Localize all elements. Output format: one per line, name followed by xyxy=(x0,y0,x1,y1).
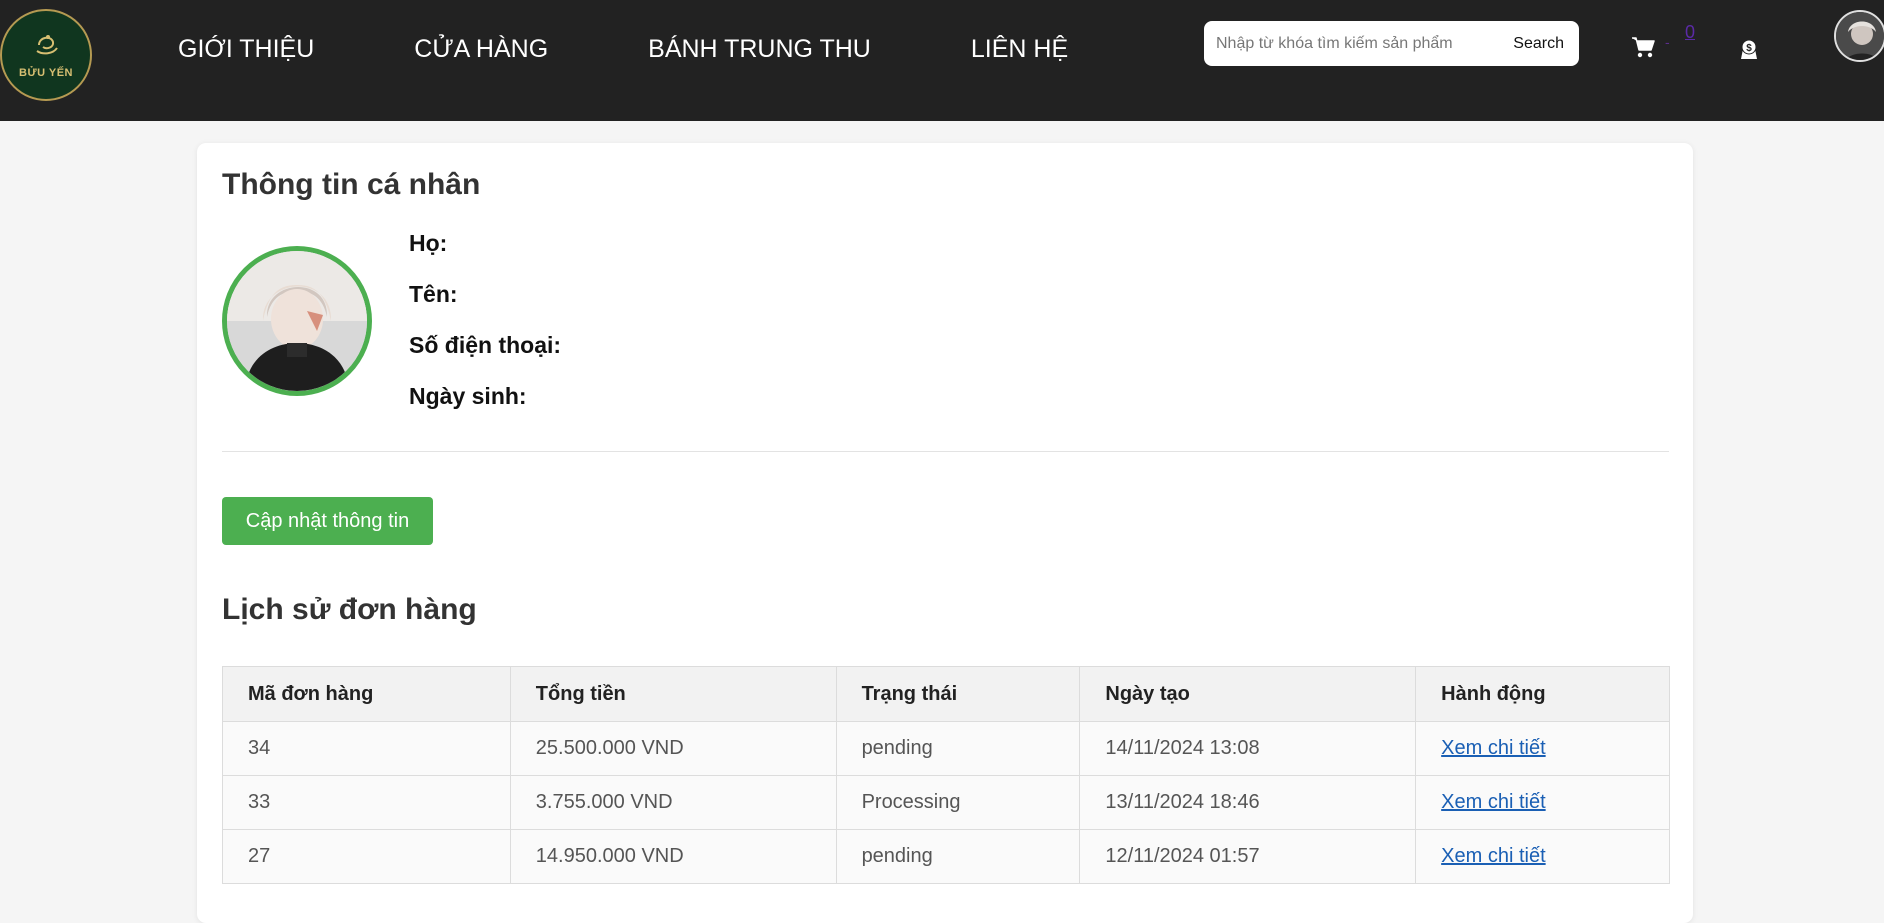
view-detail-link[interactable]: Xem chi tiết xyxy=(1441,791,1545,813)
orders-title: Lịch sử đơn hàng xyxy=(222,593,477,626)
profile-info: Họ: Tên: Số điện thoại: Ngày sinh: xyxy=(409,228,561,432)
order-status: pending xyxy=(835,721,1081,776)
order-total: 3.755.000 VND xyxy=(509,775,837,830)
profile-title: Thông tin cá nhân xyxy=(222,168,481,201)
nav-item-cua-hang[interactable]: CỬA HÀNG xyxy=(414,33,548,65)
field-last-name: Họ: xyxy=(409,228,561,258)
view-detail-link[interactable]: Xem chi tiết xyxy=(1441,845,1545,867)
section-divider xyxy=(222,451,1669,452)
field-label: Họ: xyxy=(409,230,448,256)
table-row: 33 3.755.000 VND Processing 13/11/2024 1… xyxy=(222,775,1670,830)
nav-item-banh-trung-thu[interactable]: BÁNH TRUNG THU xyxy=(648,33,871,65)
column-header-action: Hành động xyxy=(1415,666,1670,722)
order-created: 13/11/2024 18:46 xyxy=(1079,775,1417,830)
order-total: 14.950.000 VND xyxy=(509,829,837,884)
field-label: Ngày sinh: xyxy=(409,383,527,409)
order-id: 33 xyxy=(222,775,511,830)
cart-separator: - xyxy=(1665,34,1670,50)
svg-text:$: $ xyxy=(1746,43,1752,54)
main-nav: GIỚI THIỆU CỬA HÀNG BÁNH TRUNG THU LIÊN … xyxy=(178,33,1168,65)
brand-logo[interactable]: BỬU YẾN xyxy=(0,9,92,101)
order-status: pending xyxy=(835,829,1081,884)
view-detail-link[interactable]: Xem chi tiết xyxy=(1441,737,1545,759)
profile-card: Thông tin cá nhân Họ: Tên: Số điện thoại… xyxy=(197,143,1693,923)
table-row: 34 25.500.000 VND pending 14/11/2024 13:… xyxy=(222,721,1670,776)
table-row: 27 14.950.000 VND pending 12/11/2024 01:… xyxy=(222,829,1670,884)
field-label: Tên: xyxy=(409,281,458,307)
order-status: Processing xyxy=(835,775,1081,830)
logo-text: BỬU YẾN xyxy=(19,67,73,79)
column-header-status: Trạng thái xyxy=(835,666,1081,722)
order-created: 14/11/2024 13:08 xyxy=(1079,721,1417,776)
nav-item-lien-he[interactable]: LIÊN HỆ xyxy=(971,33,1068,65)
column-header-order-id: Mã đơn hàng xyxy=(222,666,511,722)
profile-photo xyxy=(222,246,372,396)
field-birthdate: Ngày sinh: xyxy=(409,381,561,411)
column-header-created: Ngày tạo xyxy=(1079,666,1417,722)
order-action-cell: Xem chi tiết xyxy=(1415,775,1670,830)
shopping-cart-icon[interactable] xyxy=(1630,34,1656,60)
orders-table: Mã đơn hàng Tổng tiền Trạng thái Ngày tạ… xyxy=(222,666,1670,884)
search-box: Search xyxy=(1204,21,1579,66)
search-button[interactable]: Search xyxy=(1503,25,1574,62)
update-info-button[interactable]: Cập nhật thông tin xyxy=(222,497,433,545)
order-action-cell: Xem chi tiết xyxy=(1415,829,1670,884)
field-phone: Số điện thoại: xyxy=(409,330,561,360)
order-action-cell: Xem chi tiết xyxy=(1415,721,1670,776)
column-header-total: Tổng tiền xyxy=(509,666,837,722)
top-navbar: BỬU YẾN GIỚI THIỆU CỬA HÀNG BÁNH TRUNG T… xyxy=(0,0,1884,121)
dollar-badge-icon[interactable]: $ xyxy=(1738,37,1760,61)
field-first-name: Tên: xyxy=(409,279,561,309)
logo-emblem-icon xyxy=(31,31,61,61)
user-avatar[interactable] xyxy=(1834,10,1884,62)
order-created: 12/11/2024 01:57 xyxy=(1079,829,1417,884)
field-label: Số điện thoại: xyxy=(409,332,562,358)
cart-count-link[interactable]: 0 xyxy=(1685,22,1695,43)
order-id: 34 xyxy=(222,721,511,776)
search-input[interactable] xyxy=(1204,23,1504,64)
nav-item-gioi-thieu[interactable]: GIỚI THIỆU xyxy=(178,33,314,65)
table-header-row: Mã đơn hàng Tổng tiền Trạng thái Ngày tạ… xyxy=(222,666,1670,722)
order-total: 25.500.000 VND xyxy=(509,721,837,776)
order-id: 27 xyxy=(222,829,511,884)
